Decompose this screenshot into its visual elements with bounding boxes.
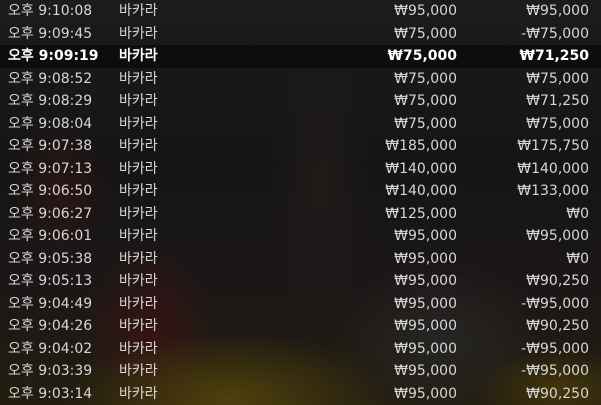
game-cell: 바카라 xyxy=(119,228,158,244)
time-cell: 오후 9:07:13 xyxy=(8,160,93,177)
bet-amount-cell: ₩140,000 xyxy=(385,160,457,177)
game-cell: 바카라 xyxy=(119,363,158,379)
result-amount-cell: ₩0 xyxy=(566,205,589,222)
table-row[interactable]: 오후 9:04:02 바카라 ₩95,000 -₩95,000 xyxy=(0,338,601,361)
result-amount-cell: ₩95,000 xyxy=(526,228,589,244)
bet-amount-cell: ₩95,000 xyxy=(394,363,457,379)
game-cell: 바카라 xyxy=(119,250,158,267)
bet-amount-cell: ₩75,000 xyxy=(394,70,457,87)
result-amount-cell: -₩75,000 xyxy=(521,25,589,42)
bet-amount-cell: ₩75,000 xyxy=(387,48,457,64)
game-cell: 바카라 xyxy=(119,295,158,312)
result-amount-cell: ₩71,250 xyxy=(519,48,589,64)
result-amount-cell: ₩71,250 xyxy=(526,93,589,109)
game-cell: 바카라 xyxy=(119,3,158,19)
time-cell: 오후 9:06:27 xyxy=(8,205,93,222)
bet-amount-cell: ₩95,000 xyxy=(394,318,457,334)
table-row-selected[interactable]: 오후 9:09:19 바카라 ₩75,000 ₩71,250 xyxy=(0,45,601,68)
result-amount-cell: -₩95,000 xyxy=(521,340,589,357)
time-cell: 오후 9:09:19 xyxy=(8,48,99,64)
result-amount-cell: ₩90,250 xyxy=(526,318,589,334)
game-cell: 바카라 xyxy=(119,385,158,402)
result-amount-cell: ₩75,000 xyxy=(526,115,589,132)
table-row[interactable]: 오후 9:07:38 바카라 ₩185,000 ₩175,750 xyxy=(0,135,601,158)
time-cell: 오후 9:03:14 xyxy=(8,385,93,402)
table-row[interactable]: 오후 9:08:52 바카라 ₩75,000 ₩75,000 xyxy=(0,68,601,91)
bet-history-table: 오후 9:10:08 바카라 ₩95,000 ₩95,000 오후 9:09:4… xyxy=(0,0,601,405)
time-cell: 오후 9:08:29 xyxy=(8,93,93,109)
game-cell: 바카라 xyxy=(119,340,158,357)
table-row[interactable]: 오후 9:05:13 바카라 ₩95,000 ₩90,250 xyxy=(0,270,601,293)
time-cell: 오후 9:09:45 xyxy=(8,25,93,42)
result-amount-cell: ₩90,250 xyxy=(526,385,589,402)
result-amount-cell: -₩95,000 xyxy=(521,295,589,312)
game-cell: 바카라 xyxy=(119,115,158,132)
bet-amount-cell: ₩75,000 xyxy=(394,25,457,42)
game-cell: 바카라 xyxy=(119,138,158,154)
table-row[interactable]: 오후 9:10:08 바카라 ₩95,000 ₩95,000 xyxy=(0,0,601,23)
bet-amount-cell: ₩95,000 xyxy=(394,228,457,244)
game-cell: 바카라 xyxy=(119,70,158,87)
time-cell: 오후 9:06:50 xyxy=(8,183,93,199)
bet-amount-cell: ₩95,000 xyxy=(394,295,457,312)
result-amount-cell: ₩75,000 xyxy=(526,70,589,87)
time-cell: 오후 9:05:13 xyxy=(8,273,93,289)
time-cell: 오후 9:04:02 xyxy=(8,340,93,357)
bet-amount-cell: ₩95,000 xyxy=(394,273,457,289)
game-cell: 바카라 xyxy=(119,160,158,177)
table-row[interactable]: 오후 9:05:38 바카라 ₩95,000 ₩0 xyxy=(0,248,601,271)
table-row[interactable]: 오후 9:04:49 바카라 ₩95,000 -₩95,000 xyxy=(0,293,601,316)
game-cell: 바카라 xyxy=(119,205,158,222)
result-amount-cell: ₩90,250 xyxy=(526,273,589,289)
result-amount-cell: ₩175,750 xyxy=(517,138,589,154)
table-row[interactable]: 오후 9:08:29 바카라 ₩75,000 ₩71,250 xyxy=(0,90,601,113)
game-cell: 바카라 xyxy=(119,48,158,64)
bet-amount-cell: ₩95,000 xyxy=(394,385,457,402)
bet-amount-cell: ₩95,000 xyxy=(394,340,457,357)
bet-amount-cell: ₩140,000 xyxy=(385,183,457,199)
table-row[interactable]: 오후 9:03:39 바카라 ₩95,000 -₩95,000 xyxy=(0,360,601,383)
time-cell: 오후 9:05:38 xyxy=(8,250,93,267)
bet-amount-cell: ₩75,000 xyxy=(394,93,457,109)
result-amount-cell: ₩0 xyxy=(566,250,589,267)
table-row[interactable]: 오후 9:07:13 바카라 ₩140,000 ₩140,000 xyxy=(0,158,601,181)
table-row[interactable]: 오후 9:03:14 바카라 ₩95,000 ₩90,250 xyxy=(0,383,601,405)
time-cell: 오후 9:07:38 xyxy=(8,138,93,154)
bet-amount-cell: ₩185,000 xyxy=(385,138,457,154)
game-cell: 바카라 xyxy=(119,25,158,42)
time-cell: 오후 9:08:04 xyxy=(8,115,93,132)
time-cell: 오후 9:03:39 xyxy=(8,363,93,379)
time-cell: 오후 9:08:52 xyxy=(8,70,93,87)
result-amount-cell: -₩95,000 xyxy=(521,363,589,379)
bet-amount-cell: ₩95,000 xyxy=(394,3,457,19)
table-row[interactable]: 오후 9:06:27 바카라 ₩125,000 ₩0 xyxy=(0,203,601,226)
bet-amount-cell: ₩125,000 xyxy=(385,205,457,222)
game-cell: 바카라 xyxy=(119,93,158,109)
result-amount-cell: ₩95,000 xyxy=(526,3,589,19)
table-row[interactable]: 오후 9:04:26 바카라 ₩95,000 ₩90,250 xyxy=(0,315,601,338)
time-cell: 오후 9:06:01 xyxy=(8,228,93,244)
table-row[interactable]: 오후 9:06:01 바카라 ₩95,000 ₩95,000 xyxy=(0,225,601,248)
bet-amount-cell: ₩75,000 xyxy=(394,115,457,132)
game-cell: 바카라 xyxy=(119,318,158,334)
table-row[interactable]: 오후 9:06:50 바카라 ₩140,000 ₩133,000 xyxy=(0,180,601,203)
result-amount-cell: ₩133,000 xyxy=(517,183,589,199)
bet-amount-cell: ₩95,000 xyxy=(394,250,457,267)
game-cell: 바카라 xyxy=(119,273,158,289)
time-cell: 오후 9:04:49 xyxy=(8,295,93,312)
table-row[interactable]: 오후 9:09:45 바카라 ₩75,000 -₩75,000 xyxy=(0,23,601,46)
table-row[interactable]: 오후 9:08:04 바카라 ₩75,000 ₩75,000 xyxy=(0,113,601,136)
time-cell: 오후 9:04:26 xyxy=(8,318,93,334)
game-cell: 바카라 xyxy=(119,183,158,199)
time-cell: 오후 9:10:08 xyxy=(8,3,93,19)
result-amount-cell: ₩140,000 xyxy=(517,160,589,177)
